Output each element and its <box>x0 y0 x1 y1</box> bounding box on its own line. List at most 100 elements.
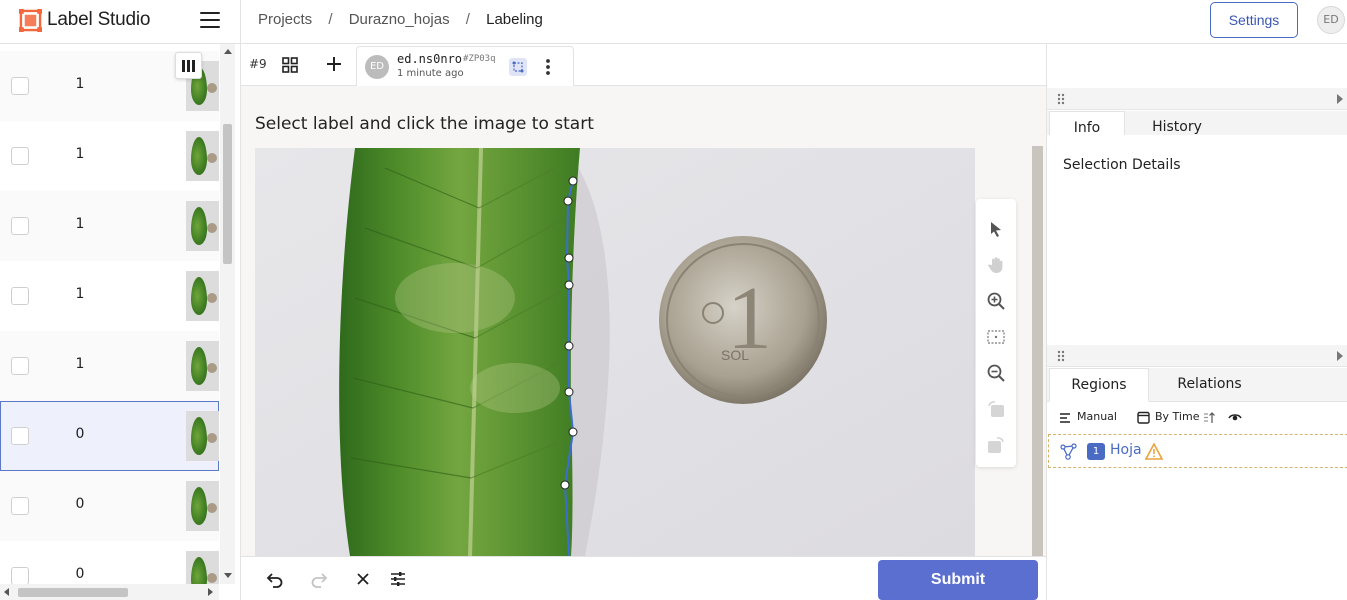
order-manual[interactable]: Manual <box>1077 410 1117 423</box>
task-thumbnail <box>186 201 219 251</box>
task-row[interactable]: 1 <box>0 121 219 191</box>
task-annotation-count: 1 <box>75 146 85 162</box>
scroll-right-icon[interactable] <box>208 588 213 596</box>
label-studio-logo-icon <box>19 9 42 32</box>
task-thumbnail <box>186 341 219 391</box>
zoom-to-fit-icon[interactable] <box>986 327 1006 347</box>
add-annotation-icon[interactable] <box>325 55 343 73</box>
task-checkbox[interactable] <box>11 77 29 95</box>
task-checkbox[interactable] <box>11 497 29 515</box>
order-by-time[interactable]: By Time <box>1155 410 1199 423</box>
image-panel: Select label and click the image to star… <box>241 86 1046 559</box>
rotate-left-icon[interactable] <box>986 399 1006 419</box>
task-checkbox[interactable] <box>11 147 29 165</box>
zoom-out-icon[interactable] <box>986 363 1006 383</box>
info-panel-body: Selection Details <box>1047 135 1347 345</box>
task-checkbox[interactable] <box>11 217 29 235</box>
task-annotation-count: 0 <box>75 426 85 442</box>
annotation-tab[interactable]: ED ed.ns0nro #ZP03q 1 minute ago <box>356 46 574 86</box>
task-row-selected[interactable]: 0 <box>0 401 219 471</box>
drag-handle-icon[interactable] <box>1057 93 1065 105</box>
visibility-eye-icon[interactable] <box>1228 411 1242 423</box>
columns-icon[interactable] <box>175 52 202 79</box>
task-checkbox[interactable] <box>11 427 29 445</box>
region-item[interactable]: 1 Hoja <box>1048 434 1347 468</box>
task-thumbnail <box>186 131 219 181</box>
leaf-and-coin-photo[interactable]: 1 SOL <box>255 148 975 556</box>
selection-details-title: Selection Details <box>1063 157 1181 173</box>
menu-icon[interactable] <box>200 12 220 30</box>
task-thumbnail <box>186 271 219 321</box>
task-row[interactable]: 0 <box>0 471 219 541</box>
polygon-icon <box>1060 443 1077 460</box>
instruction-text: Select label and click the image to star… <box>255 114 594 134</box>
reset-icon[interactable] <box>354 570 372 588</box>
task-row[interactable]: 1 <box>0 261 219 331</box>
select-pointer-icon[interactable] <box>986 219 1006 239</box>
region-index-badge: 1 <box>1087 443 1105 460</box>
annotation-toolbar: #9 ED ed.ns0nro #ZP03q 1 minute ago <box>241 44 1046 86</box>
scroll-left-icon[interactable] <box>4 588 9 596</box>
task-thumbnail <box>186 481 219 531</box>
task-checkbox[interactable] <box>11 357 29 375</box>
task-row[interactable]: 1 <box>0 191 219 261</box>
rotate-right-icon[interactable] <box>986 435 1006 455</box>
annotator-avatar: ED <box>365 55 389 79</box>
task-id: #9 <box>249 57 267 71</box>
redo-icon[interactable] <box>310 570 328 588</box>
regions-icon[interactable] <box>509 58 527 76</box>
svg-text:SOL: SOL <box>721 347 749 363</box>
breadcrumb-separator: / <box>465 11 470 28</box>
scroll-thumb[interactable] <box>223 124 232 264</box>
warning-icon <box>1145 443 1163 460</box>
right-sidebar: Info History Selection Details Regions R… <box>1046 44 1347 600</box>
undo-icon[interactable] <box>266 570 284 588</box>
scroll-thumb[interactable] <box>18 588 128 597</box>
task-checkbox[interactable] <box>11 567 29 585</box>
calendar-icon[interactable] <box>1137 411 1150 424</box>
task-list-horizontal-scrollbar[interactable] <box>0 584 219 600</box>
top-header: Label Studio Projects / Durazno_hojas / … <box>0 0 1347 44</box>
info-panel-header[interactable] <box>1047 88 1347 110</box>
regions-panel-header[interactable] <box>1047 345 1347 367</box>
scroll-thumb[interactable] <box>1032 146 1043 558</box>
user-avatar[interactable]: ED <box>1317 6 1345 34</box>
scroll-up-icon[interactable] <box>224 49 232 54</box>
task-row[interactable]: 1 <box>0 331 219 401</box>
task-annotation-count: 0 <box>75 496 85 512</box>
breadcrumb-current: Labeling <box>486 11 543 28</box>
task-annotation-count: 1 <box>75 286 85 302</box>
list-order-icon[interactable] <box>1059 412 1071 424</box>
pan-hand-icon[interactable] <box>986 255 1006 275</box>
image-panel-scrollbar[interactable] <box>1032 134 1043 559</box>
sort-direction-icon[interactable] <box>1203 411 1215 424</box>
app-name: Label Studio <box>47 9 151 30</box>
task-list-vertical-scrollbar[interactable] <box>220 44 235 584</box>
annotator-name: ed.ns0nro <box>397 52 463 66</box>
submit-button[interactable]: Submit <box>878 560 1038 600</box>
collapse-panel-icon[interactable] <box>1337 94 1343 104</box>
task-thumbnail <box>186 411 219 461</box>
annotation-image[interactable]: 1 SOL <box>255 148 975 556</box>
tab-relations[interactable]: Relations <box>1162 368 1257 402</box>
breadcrumb-separator: / <box>328 11 333 28</box>
more-options-icon[interactable] <box>543 57 553 77</box>
breadcrumb-project[interactable]: Durazno_hojas <box>349 11 450 28</box>
settings-button[interactable]: Settings <box>1210 2 1298 38</box>
breadcrumb-projects[interactable]: Projects <box>258 11 312 28</box>
collapse-panel-icon[interactable] <box>1337 351 1343 361</box>
breadcrumb: Projects / Durazno_hojas / Labeling <box>258 11 543 28</box>
grid-view-icon[interactable] <box>282 57 298 73</box>
task-annotation-count: 0 <box>75 566 85 582</box>
region-label: Hoja <box>1110 442 1142 458</box>
scroll-down-icon[interactable] <box>224 573 232 578</box>
task-annotation-count: 1 <box>75 216 85 232</box>
zoom-in-icon[interactable] <box>986 291 1006 311</box>
labeling-workspace: #9 ED ed.ns0nro #ZP03q 1 minute ago Sele… <box>241 44 1046 600</box>
tab-regions[interactable]: Regions <box>1049 368 1149 402</box>
task-checkbox[interactable] <box>11 287 29 305</box>
image-tools <box>976 199 1016 467</box>
regions-toolbar: Manual By Time <box>1047 402 1347 434</box>
drag-handle-icon[interactable] <box>1057 350 1065 362</box>
settings-sliders-icon[interactable] <box>389 570 407 588</box>
